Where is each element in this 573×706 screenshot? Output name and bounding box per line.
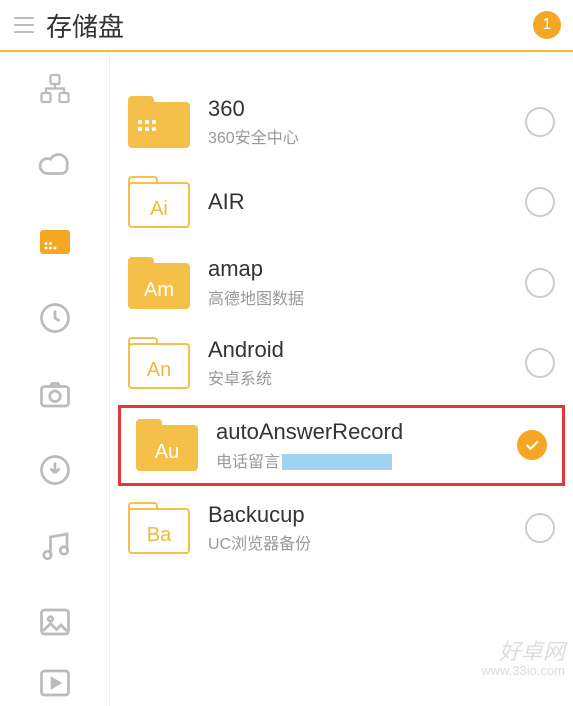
select-checkbox[interactable] [525, 107, 555, 137]
folder-text: BackucupUC浏览器备份 [208, 502, 515, 554]
folder-title: 360 [208, 96, 515, 122]
notification-badge[interactable]: 1 [533, 11, 561, 39]
sidebar-video[interactable] [0, 660, 109, 706]
folder-row[interactable]: Au autoAnswerRecord 电话留言 [118, 405, 565, 485]
folder-text: Android安卓系统 [208, 337, 515, 389]
folder-icon: Ba [128, 502, 190, 554]
sidebar [0, 52, 110, 706]
folder-title: Backucup [208, 502, 515, 528]
folder-icon: An [128, 337, 190, 389]
sidebar-cloud[interactable] [0, 128, 109, 204]
folder-icon-label: Am [128, 279, 190, 302]
camera-icon [37, 376, 73, 412]
cloud-icon [37, 148, 73, 184]
sidebar-image[interactable] [0, 584, 109, 660]
folder-icon: Am [128, 257, 190, 309]
menu-icon[interactable] [12, 13, 36, 37]
folder-title: autoAnswerRecord [216, 419, 507, 445]
select-checkbox[interactable] [525, 513, 555, 543]
folder-title: amap [208, 256, 515, 282]
clock-icon [37, 300, 73, 336]
folder-text: 360360安全中心 [208, 96, 515, 148]
sidebar-category[interactable] [0, 52, 109, 128]
page-title: 存储盘 [46, 7, 533, 44]
folder-subtitle: 安卓系统 [208, 365, 515, 389]
folder-icon [128, 96, 190, 148]
sidebar-music[interactable] [0, 508, 109, 584]
image-icon [37, 604, 73, 640]
folder-icon-label: An [128, 359, 190, 382]
select-checkbox[interactable] [525, 348, 555, 378]
redacted-text [282, 454, 392, 470]
folder-row[interactable]: Ba BackucupUC浏览器备份 [110, 488, 573, 568]
sidebar-storage[interactable] [0, 204, 109, 280]
folder-row[interactable]: 360360安全中心 [110, 82, 573, 162]
sidebar-recent[interactable] [0, 280, 109, 356]
folder-icon-label: Ba [128, 524, 190, 547]
folder-subtitle: UC浏览器备份 [208, 530, 515, 554]
storage-icon [37, 224, 73, 260]
folder-text: amap 高德地图数据 [208, 256, 515, 308]
folder-text: AIR [208, 189, 515, 215]
folder-subtitle: 360安全中心 [208, 124, 515, 148]
video-icon [37, 665, 73, 701]
folder-row[interactable]: Ai AIR [110, 162, 573, 242]
category-icon [37, 72, 73, 108]
folder-row[interactable]: Amamap 高德地图数据 [110, 242, 573, 322]
folder-icon-label: Ai [128, 198, 190, 221]
folder-subtitle: 高德地图数据 [208, 285, 515, 309]
folder-list[interactable]: 360360安全中心 Ai AIR Amamap 高德地图数据 An Android安卓系统… [110, 52, 573, 706]
sidebar-download[interactable] [0, 432, 109, 508]
select-checkbox[interactable] [525, 187, 555, 217]
select-checkbox[interactable] [525, 268, 555, 298]
folder-icon: Ai [128, 176, 190, 228]
folder-text: autoAnswerRecord 电话留言 [216, 419, 507, 471]
select-checkbox[interactable] [517, 430, 547, 460]
download-icon [37, 452, 73, 488]
folder-title: Android [208, 337, 515, 363]
header: 存储盘 1 [0, 0, 573, 52]
music-icon [37, 528, 73, 564]
folder-icon-label: Au [136, 441, 198, 464]
folder-title: AIR [208, 189, 515, 215]
main: 360360安全中心 Ai AIR Amamap 高德地图数据 An Android安卓系统… [0, 52, 573, 706]
sidebar-camera[interactable] [0, 356, 109, 432]
folder-row[interactable]: An Android安卓系统 [110, 323, 573, 403]
folder-subtitle: 电话留言 [216, 448, 507, 472]
folder-icon: Au [136, 419, 198, 471]
